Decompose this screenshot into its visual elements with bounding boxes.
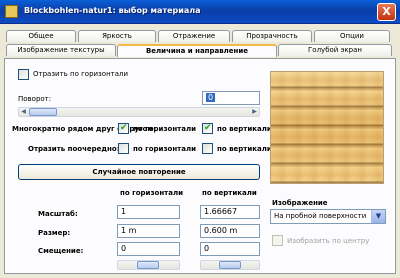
grid-col-vertical: по вертикали <box>202 189 257 197</box>
mirror-horizontal-label: Отразить по горизонтали <box>33 70 129 78</box>
repeat-horizontal-checkbox[interactable] <box>118 123 129 134</box>
close-button[interactable]: X <box>377 3 396 21</box>
size-horizontal-input[interactable]: 1 m <box>117 224 180 238</box>
random-repeat-button[interactable]: Случайное повторение <box>18 164 260 180</box>
scale-horizontal-input[interactable]: 1 <box>117 205 180 219</box>
size-vertical-input[interactable]: 0.600 m <box>200 224 260 238</box>
tab-blue-screen[interactable]: Голубой экран <box>278 44 392 56</box>
repeat-horizontal-label: по горизонтали <box>133 125 196 133</box>
offset-vertical-slider-thumb[interactable] <box>219 261 241 269</box>
scale-vertical-input[interactable]: 1.66667 <box>200 205 260 219</box>
offset-label: Смещение: <box>38 247 84 255</box>
alternate-vertical-label: по вертикали <box>217 145 272 153</box>
tab-options[interactable]: Опции <box>314 30 390 42</box>
tab-transparency[interactable]: Прозрачность <box>232 30 312 42</box>
size-label: Размер: <box>38 229 71 237</box>
alternate-vertical-checkbox[interactable] <box>202 143 213 154</box>
center-label: Изобразить по центру <box>287 237 370 245</box>
image-mode-value: На пробной поверхности <box>274 212 367 220</box>
offset-vertical-input[interactable]: 0 <box>200 242 260 256</box>
rotation-slider-thumb[interactable] <box>29 108 57 116</box>
slider-left-arrow-icon[interactable]: ◀ <box>19 108 28 116</box>
tab-reflection[interactable]: Отражение <box>158 30 230 42</box>
image-section-label: Изображение <box>272 199 328 207</box>
texture-icon <box>5 5 18 18</box>
offset-horizontal-input[interactable]: 0 <box>117 242 180 256</box>
tab-size-direction[interactable]: Величина и направление <box>117 44 277 57</box>
chevron-down-icon[interactable]: ▼ <box>371 210 385 223</box>
mirror-horizontal-checkbox[interactable] <box>18 69 29 80</box>
window-title: Blockbohlen-natur1: выбор материала <box>24 6 201 15</box>
tab-brightness[interactable]: Яркость <box>78 30 156 42</box>
repeat-vertical-label: по вертикали <box>217 125 272 133</box>
slider-right-arrow-icon[interactable]: ▶ <box>250 108 259 116</box>
tab-general[interactable]: Общее <box>6 30 76 42</box>
repeat-vertical-checkbox[interactable] <box>202 123 213 134</box>
center-checkbox[interactable] <box>272 235 283 246</box>
rotation-label: Поворот: <box>18 95 52 103</box>
offset-horizontal-slider-thumb[interactable] <box>137 261 159 269</box>
tab-texture-image[interactable]: Изображение текстуры <box>6 44 116 56</box>
alternate-horizontal-checkbox[interactable] <box>118 143 129 154</box>
mirror-alternate-label: Отразить поочередно: <box>28 145 120 153</box>
scale-label: Масштаб: <box>38 210 78 218</box>
alternate-horizontal-label: по горизонтали <box>133 145 196 153</box>
rotation-input[interactable]: 0 <box>202 91 260 105</box>
texture-preview-image <box>270 71 384 184</box>
grid-col-horizontal: по горизонтали <box>120 189 183 197</box>
image-mode-select[interactable]: На пробной поверхности <box>270 209 386 224</box>
rotation-value: 0 <box>206 93 216 102</box>
